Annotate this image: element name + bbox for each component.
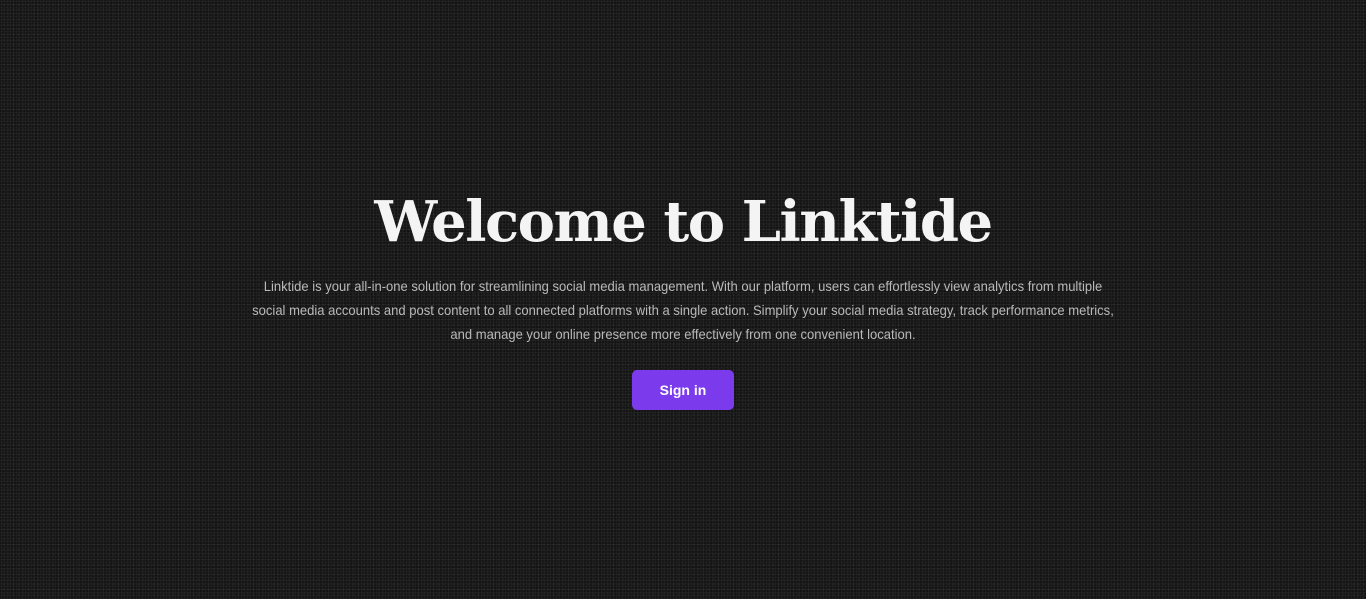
hero-section: Welcome to Linktide Linktide is your all… <box>0 0 1366 599</box>
hero-title: Welcome to Linktide <box>374 189 993 255</box>
hero-description: Linktide is your all-in-one solution for… <box>252 278 1114 342</box>
sign-in-button[interactable]: Sign in <box>632 370 734 410</box>
